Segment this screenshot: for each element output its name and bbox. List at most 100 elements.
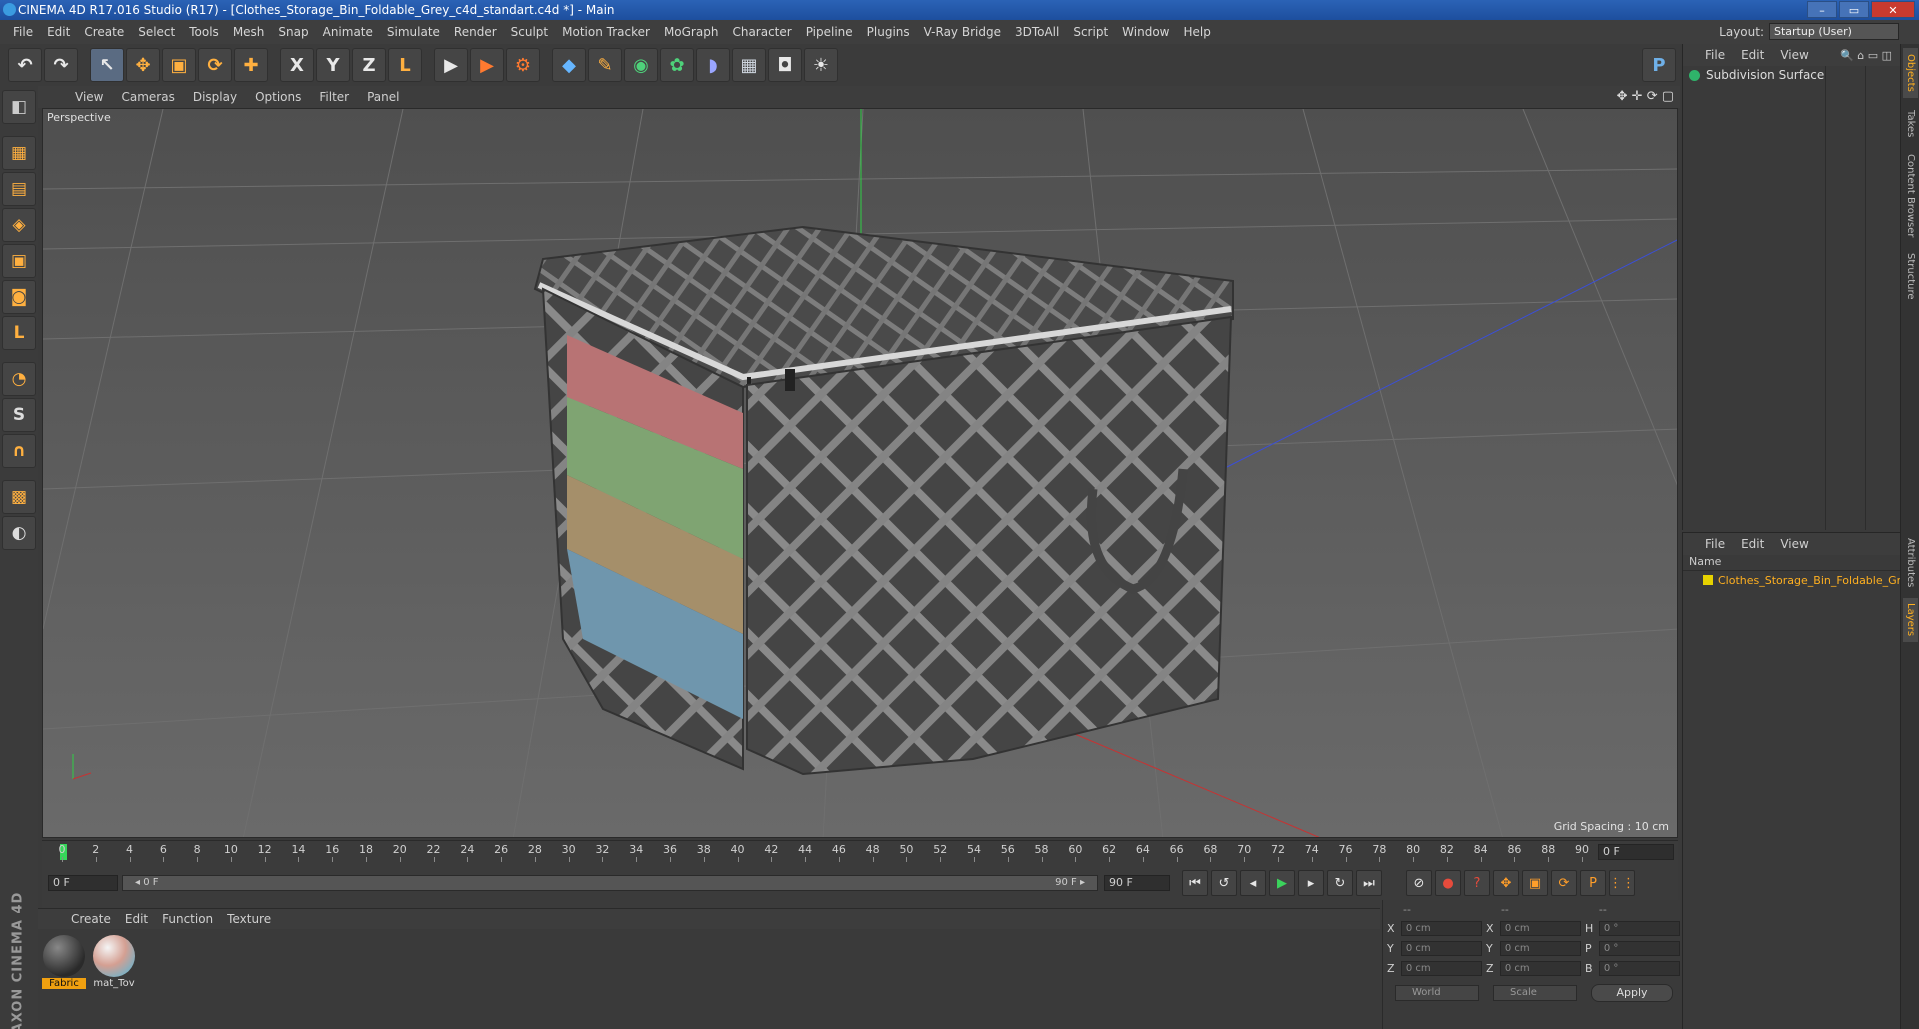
object-menu-file[interactable]: File [1699, 48, 1731, 62]
viewport-menu-display[interactable]: Display [184, 90, 246, 104]
autokey-icon[interactable]: ? [1464, 870, 1490, 896]
go-to-end-button[interactable]: ⏭ [1356, 870, 1382, 896]
key-rotation-icon[interactable]: ⟳ [1551, 870, 1577, 896]
tab-takes[interactable]: Takes [1903, 104, 1918, 144]
render-picture-viewer-button[interactable]: ▶ [470, 48, 504, 82]
snapping-icon[interactable]: ∩ [2, 434, 36, 468]
camera-object-button[interactable]: ◘ [768, 48, 802, 82]
texture-mode-icon[interactable]: ▤ [2, 172, 36, 206]
key-scale-icon[interactable]: ▣ [1522, 870, 1548, 896]
object-menu-edit[interactable]: Edit [1735, 48, 1770, 62]
polygons-mode-icon[interactable]: L [2, 316, 36, 350]
size-mode-dropdown[interactable]: Scale [1493, 985, 1577, 1001]
rotation-p-field[interactable]: 0 ° [1598, 940, 1680, 956]
menu-window[interactable]: Window [1115, 25, 1176, 39]
object-row-subdivision-surface[interactable]: Subdivision Surface [1683, 66, 1900, 84]
live-selection-button[interactable]: ↖ [90, 48, 124, 82]
menu-edit[interactable]: Edit [40, 25, 77, 39]
tab-structure[interactable]: Structure [1903, 248, 1918, 304]
move-tool-button[interactable]: ✥ [126, 48, 160, 82]
rotate-tool-button[interactable]: ⟳ [198, 48, 232, 82]
menu-tools[interactable]: Tools [182, 25, 226, 39]
transform-tool-button[interactable]: ✚ [234, 48, 268, 82]
perspective-viewport[interactable]: Perspective Grid Spacing : 10 cm [42, 108, 1678, 838]
make-editable-icon[interactable]: ◧ [2, 90, 36, 124]
end-frame-field[interactable]: 90 F [1104, 875, 1170, 891]
edges-mode-icon[interactable]: ◙ [2, 280, 36, 314]
viewport-nav-icons[interactable]: ✥ ✛ ⟳ ▢ [1617, 89, 1674, 104]
size-x-field[interactable]: 0 cm [1499, 920, 1581, 936]
material-menu-texture[interactable]: Texture [220, 912, 278, 926]
viewport-menu-view[interactable]: View [66, 90, 112, 104]
material-mat-tov[interactable]: mat_Tov [92, 935, 136, 989]
timeline[interactable]: 0 2 4 6 8 10 12 14 16 18 20 22 24 26 28 30 32 34 36 38 40 42 4… [42, 840, 1678, 863]
rotation-b-field[interactable]: 0 ° [1598, 960, 1680, 976]
undo-button[interactable]: ↶ [8, 48, 42, 82]
material-menu-edit[interactable]: Edit [118, 912, 155, 926]
layer-row[interactable]: Clothes_Storage_Bin_Foldable_Grey [1683, 571, 1900, 589]
menu-motion-tracker[interactable]: Motion Tracker [555, 25, 657, 39]
y-axis-button[interactable]: Y [316, 48, 350, 82]
layer-menu-view[interactable]: View [1774, 537, 1814, 551]
coordinate-space-dropdown[interactable]: World [1395, 985, 1479, 1001]
magnet-icon[interactable]: ▩ [2, 480, 36, 514]
points-mode-icon[interactable]: ▣ [2, 244, 36, 278]
preview-range-slider[interactable]: ◂ 0 F 90 F ▸ [122, 875, 1098, 891]
maximize-button[interactable]: ▭ [1839, 1, 1869, 18]
tweak-mode-icon[interactable]: S [2, 398, 36, 432]
key-parameter-icon[interactable]: P [1580, 870, 1606, 896]
render-view-button[interactable]: ▶ [434, 48, 468, 82]
previous-frame-button[interactable]: ◂ [1240, 870, 1266, 896]
menu-script[interactable]: Script [1066, 25, 1115, 39]
menu-select[interactable]: Select [131, 25, 182, 39]
menu-pipeline[interactable]: Pipeline [799, 25, 860, 39]
x-axis-button[interactable]: X [280, 48, 314, 82]
pen-spline-button[interactable]: ✎ [588, 48, 622, 82]
layout-dropdown[interactable]: Startup (User) [1769, 23, 1899, 40]
previous-key-button[interactable]: ↺ [1211, 870, 1237, 896]
layer-menu-edit[interactable]: Edit [1735, 537, 1770, 551]
python-icon[interactable]: P [1642, 48, 1676, 82]
minimize-button[interactable]: – [1807, 1, 1837, 18]
viewport-menu-panel[interactable]: Panel [358, 90, 408, 104]
menu-simulate[interactable]: Simulate [380, 25, 447, 39]
viewport-menu-cameras[interactable]: Cameras [112, 90, 183, 104]
cube-object-button[interactable]: ◆ [552, 48, 586, 82]
material-menu-function[interactable]: Function [155, 912, 220, 926]
menu-render[interactable]: Render [447, 25, 504, 39]
next-key-button[interactable]: ↻ [1327, 870, 1353, 896]
layer-menu-file[interactable]: File [1699, 537, 1731, 551]
menu-plugins[interactable]: Plugins [860, 25, 917, 39]
model-mode-icon[interactable]: ▦ [2, 136, 36, 170]
viewport-menu-filter[interactable]: Filter [310, 90, 358, 104]
scale-tool-button[interactable]: ▣ [162, 48, 196, 82]
menu-file[interactable]: File [6, 25, 40, 39]
array-object-button[interactable]: ✿ [660, 48, 694, 82]
motion-record-icon[interactable]: ⊘ [1406, 870, 1432, 896]
menu-sculpt[interactable]: Sculpt [504, 25, 555, 39]
next-frame-button[interactable]: ▸ [1298, 870, 1324, 896]
timeline-ruler[interactable]: 0 2 4 6 8 10 12 14 16 18 20 22 24 26 28 30 32 34 36 38 40 42 4… [52, 841, 1592, 863]
play-button[interactable]: ▶ [1269, 870, 1295, 896]
light-object-button[interactable]: ☀ [804, 48, 838, 82]
menu-help[interactable]: Help [1176, 25, 1217, 39]
workplane-mode-icon[interactable]: ◈ [2, 208, 36, 242]
key-position-icon[interactable]: ✥ [1493, 870, 1519, 896]
tab-content-browser[interactable]: Content Browser [1903, 148, 1918, 244]
tab-objects[interactable]: Objects [1903, 48, 1918, 98]
menu-3dtoall[interactable]: 3DToAll [1008, 25, 1066, 39]
menu-mesh[interactable]: Mesh [226, 25, 272, 39]
position-z-field[interactable]: 0 cm [1400, 960, 1482, 976]
material-menu-create[interactable]: Create [64, 912, 118, 926]
size-y-field[interactable]: 0 cm [1499, 940, 1581, 956]
render-settings-button[interactable]: ⚙ [506, 48, 540, 82]
menu-snap[interactable]: Snap [271, 25, 315, 39]
menu-animate[interactable]: Animate [316, 25, 380, 39]
axis-mode-icon[interactable]: ◔ [2, 362, 36, 396]
record-active-objects-icon[interactable]: ● [1435, 870, 1461, 896]
menu-create[interactable]: Create [77, 25, 131, 39]
position-x-field[interactable]: 0 cm [1400, 920, 1482, 936]
material-fabric[interactable]: Fabric [42, 935, 86, 989]
subdivision-surface-button[interactable]: ◉ [624, 48, 658, 82]
menu-mograph[interactable]: MoGraph [657, 25, 726, 39]
